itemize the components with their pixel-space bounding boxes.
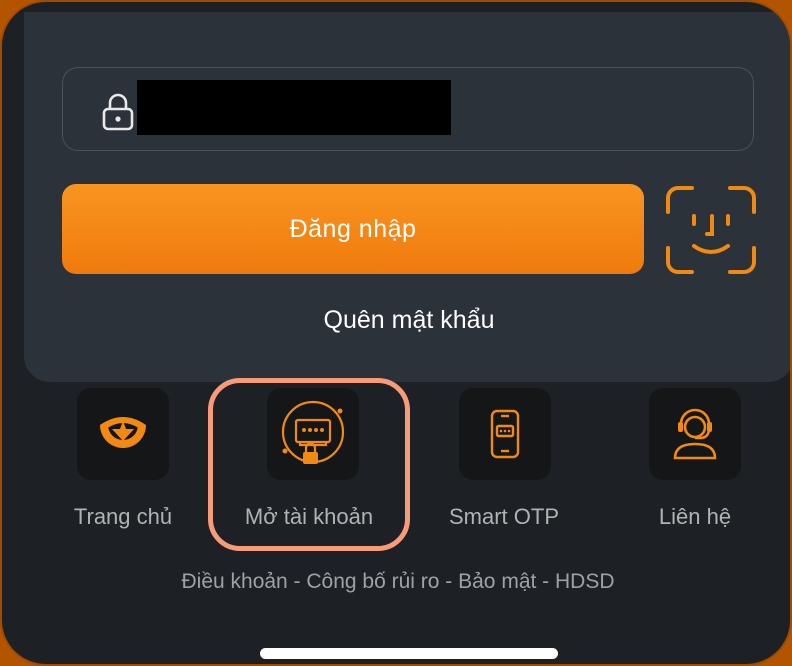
footer-links[interactable]: Điều khoản - Công bố rủi ro - Bảo mật - … <box>2 570 790 594</box>
forgot-password-link[interactable]: Quên mật khẩu <box>24 306 790 335</box>
headset-support-icon <box>673 408 717 460</box>
menu-label-contact: Liên hệ <box>658 504 732 529</box>
login-button[interactable]: Đăng nhập <box>62 184 644 274</box>
home-indicator[interactable] <box>260 648 558 659</box>
face-id-icon[interactable] <box>664 184 758 276</box>
lock-icon <box>102 93 134 131</box>
contact-tile <box>649 388 741 480</box>
menu-label-home: Trang chủ <box>73 504 173 529</box>
highlight-ring <box>208 378 410 551</box>
menu-item-home[interactable]: Trang chủ <box>48 388 198 538</box>
login-card: Đăng nhập Quên mật khẩu <box>24 12 790 382</box>
password-value-redacted <box>137 80 451 135</box>
home-tile <box>77 388 169 480</box>
home-logo-icon <box>100 417 146 448</box>
phone-screen: Đăng nhập Quên mật khẩu Trang chủ Mở tài… <box>0 0 792 666</box>
smart-otp-tile <box>459 388 551 480</box>
password-field[interactable] <box>62 67 754 151</box>
menu-item-smart-otp[interactable]: Smart OTP <box>429 388 579 538</box>
menu-label-smart-otp: Smart OTP <box>448 504 559 529</box>
smartphone-otp-icon <box>490 409 520 459</box>
menu-item-contact[interactable]: Liên hệ <box>620 388 770 538</box>
